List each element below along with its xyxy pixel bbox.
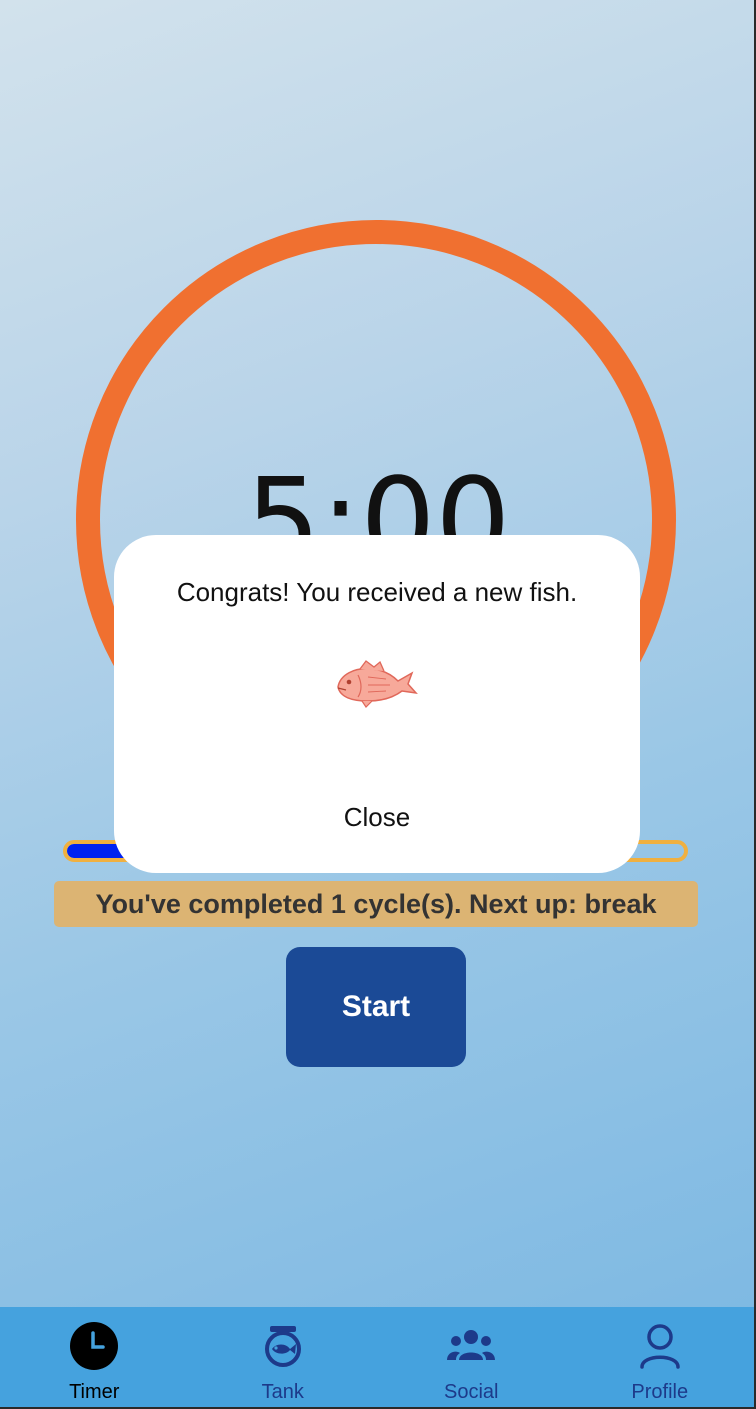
person-icon: [635, 1321, 685, 1371]
reward-message: Congrats! You received a new fish.: [176, 577, 578, 607]
start-button[interactable]: Start: [286, 947, 466, 1067]
tab-tank[interactable]: Tank: [189, 1307, 378, 1407]
fish-icon: [337, 660, 418, 708]
timer-screen: 5:00 You've completed 1 cycle(s). Next u…: [0, 0, 756, 1409]
tab-label: Timer: [69, 1381, 120, 1403]
tab-timer[interactable]: Timer: [0, 1307, 189, 1407]
clock-icon: [69, 1321, 119, 1371]
tab-social[interactable]: Social: [377, 1307, 566, 1407]
tab-profile[interactable]: Profile: [566, 1307, 755, 1407]
cycle-status-banner: You've completed 1 cycle(s). Next up: br…: [54, 881, 698, 927]
bottom-tab-bar: Timer Tank Social Profile: [0, 1307, 754, 1407]
tab-label: Tank: [261, 1381, 304, 1403]
tab-label: Profile: [631, 1381, 689, 1403]
close-button[interactable]: Close: [297, 797, 457, 837]
fishbowl-icon: [258, 1321, 308, 1371]
tab-label: Social: [444, 1381, 499, 1403]
people-icon: [446, 1321, 496, 1371]
reward-modal: Congrats! You received a new fish. Close: [114, 535, 640, 873]
